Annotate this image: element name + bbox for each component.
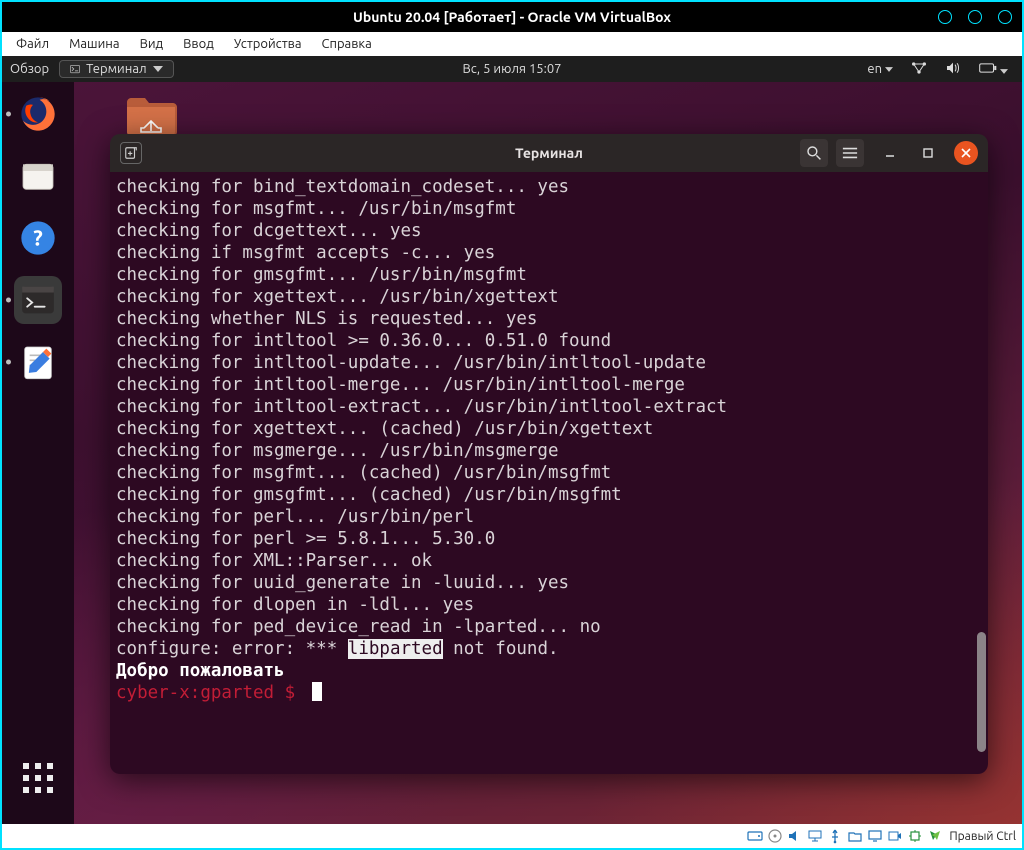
show-applications-button[interactable] [14,754,62,802]
menu-machine[interactable]: Машина [61,35,128,53]
vbox-window-controls [938,2,1012,32]
terminal-line: checking for XML::Parser... ok [116,550,982,572]
terminal-titlebar[interactable]: Терминал [110,134,988,172]
terminal-line: checking for ped_device_read in -lparted… [116,616,982,638]
terminal-line: checking for intltool >= 0.36.0... 0.51.… [116,330,982,352]
terminal-line: checking if msgfmt accepts -c... yes [116,242,982,264]
vbox-hd-icon[interactable] [747,828,763,844]
menu-devices[interactable]: Устройства [226,35,310,53]
vbox-mouse-integration-icon[interactable] [927,828,943,844]
terminal-line: checking for gmsgfmt... (cached) /usr/bi… [116,484,982,506]
menu-input[interactable]: Ввод [175,35,222,53]
vbox-cpu-icon[interactable] [907,828,923,844]
volume-icon[interactable] [945,61,961,78]
vm-title: Ubuntu 20.04 [Работает] - Oracle VM Virt… [353,9,671,25]
terminal-line: checking for xgettext... /usr/bin/xgette… [116,286,982,308]
home-folder-desktop-icon[interactable] [122,90,180,140]
svg-text:?: ? [33,227,43,251]
terminal-line: checking for xgettext... (cached) /usr/b… [116,418,982,440]
menu-view[interactable]: Вид [132,35,172,53]
vbox-usb-icon[interactable] [827,828,843,844]
vbox-minimize-button[interactable] [938,10,952,24]
activities-button[interactable]: Обзор [10,62,49,76]
terminal-prompt: cyber-x:gparted $ [116,682,982,704]
virtualbox-statusbar: Правый Ctrl [2,824,1022,848]
ubuntu-dock: ? [2,82,74,824]
dock-terminal[interactable] [14,276,62,324]
vbox-host-key: Правый Ctrl [949,830,1016,843]
guest-desktop: Терминал [74,82,1022,824]
network-icon[interactable] [911,61,927,78]
terminal-line: checking for perl... /usr/bin/perl [116,506,982,528]
terminal-line: checking for perl >= 5.8.1... 5.30.0 [116,528,982,550]
terminal-line: checking for uuid_generate in -luuid... … [116,572,982,594]
close-button[interactable] [954,141,978,165]
terminal-line: checking for dlopen in -ldl... yes [116,594,982,616]
gnome-top-panel: Обзор Терминал Вс, 5 июля 15:07 en [2,56,1022,82]
terminal-window: Терминал [110,134,988,774]
terminal-line: checking for intltool-extract... /usr/bi… [116,396,982,418]
terminal-line: checking for bind_textdomain_codeset... … [116,176,982,198]
power-icon[interactable] [979,61,1008,78]
terminal-line: checking for intltool-merge... /usr/bin/… [116,374,982,396]
terminal-line: checking for msgmerge... /usr/bin/msgmer… [116,440,982,462]
dock-firefox[interactable] [14,90,62,138]
vbox-shared-folders-icon[interactable] [847,828,863,844]
terminal-line: checking for msgfmt... (cached) /usr/bin… [116,462,982,484]
virtualbox-menubar: Файл Машина Вид Ввод Устройства Справка [2,32,1022,56]
new-tab-button[interactable] [120,142,142,164]
terminal-title: Терминал [515,145,583,161]
dock-text-editor[interactable] [14,338,62,386]
terminal-body[interactable]: checking for bind_textdomain_codeset... … [110,172,988,774]
hamburger-menu-button[interactable] [836,139,864,167]
terminal-line: checking for intltool-update... /usr/bin… [116,352,982,374]
dock-files[interactable] [14,152,62,200]
terminal-error-line: configure: error: *** libparted not foun… [116,638,982,660]
search-button[interactable] [800,139,828,167]
dock-help[interactable]: ? [14,214,62,262]
terminal-welcome: Добро пожаловать [116,660,982,682]
virtualbox-titlebar: Ubuntu 20.04 [Работает] - Oracle VM Virt… [2,2,1022,32]
menu-file[interactable]: Файл [8,35,57,53]
minimize-button[interactable] [878,141,902,165]
vbox-close-button[interactable] [998,10,1012,24]
menu-help[interactable]: Справка [314,35,380,53]
cursor-icon [312,682,322,701]
vbox-audio-icon[interactable] [787,828,803,844]
keyboard-layout-indicator[interactable]: en [867,62,893,76]
vbox-display-icon[interactable] [867,828,883,844]
terminal-scrollbar[interactable] [977,632,986,752]
terminal-line: checking for msgfmt... /usr/bin/msgfmt [116,198,982,220]
app-menu-label: Терминал [86,62,146,76]
vbox-maximize-button[interactable] [968,10,982,24]
vbox-network-icon[interactable] [807,828,823,844]
vbox-optical-icon[interactable] [767,828,783,844]
app-menu-terminal[interactable]: Терминал [59,60,173,78]
clock[interactable]: Вс, 5 июля 15:07 [462,62,561,76]
terminal-line: checking whether NLS is requested... yes [116,308,982,330]
terminal-line: checking for gmsgfmt... /usr/bin/msgfmt [116,264,982,286]
terminal-line: checking for dcgettext... yes [116,220,982,242]
vbox-recording-icon[interactable] [887,828,903,844]
maximize-button[interactable] [916,141,940,165]
